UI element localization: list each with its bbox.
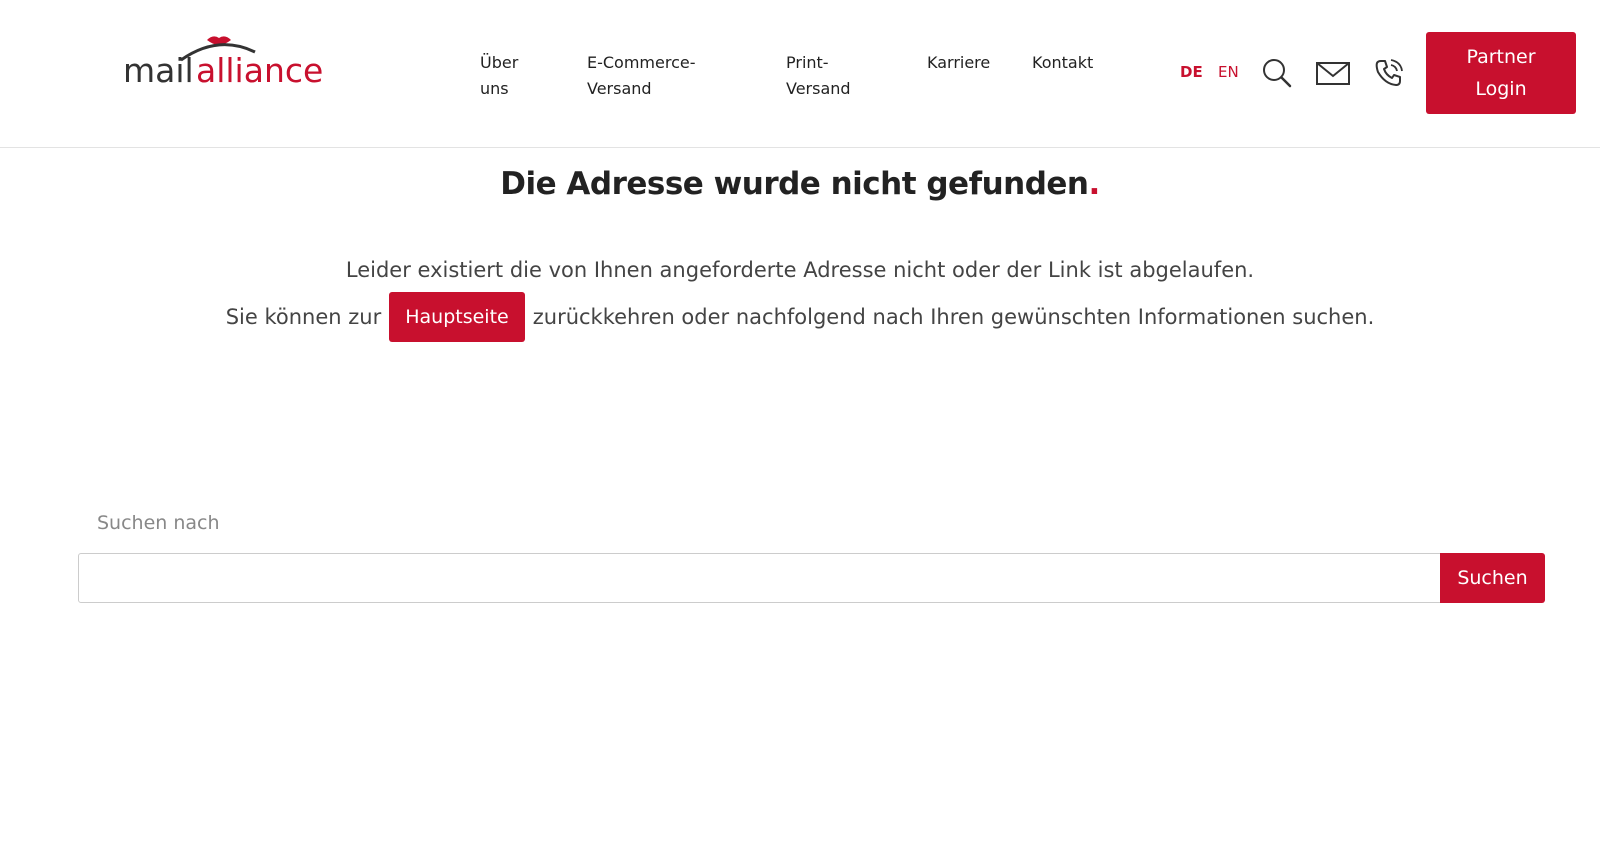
logo-text-mail: mail bbox=[123, 51, 194, 90]
mail-icon[interactable] bbox=[1316, 57, 1350, 89]
search-icon[interactable] bbox=[1261, 57, 1293, 89]
phone-icon[interactable] bbox=[1373, 57, 1405, 89]
error-message-line1: Leider existiert die von Ihnen angeforde… bbox=[345, 258, 1255, 282]
nav-item-karriere[interactable]: Karriere bbox=[927, 50, 1017, 76]
nav-item-ueber-uns[interactable]: Über uns bbox=[480, 50, 540, 102]
nav-item-kontakt[interactable]: Kontakt bbox=[1032, 50, 1122, 76]
language-en[interactable]: EN bbox=[1218, 63, 1239, 81]
language-de[interactable]: DE bbox=[1180, 63, 1203, 81]
search-submit-button[interactable]: Suchen bbox=[1440, 553, 1545, 603]
page-title: Die Adresse wurde nicht gefunden. bbox=[0, 166, 1600, 202]
logo-text-alliance: alliance bbox=[196, 51, 323, 90]
page-title-text: Die Adresse wurde nicht gefunden bbox=[500, 166, 1089, 202]
site-header: mail alliance Über uns E-Commerce-Versan… bbox=[0, 0, 1600, 148]
search-input[interactable] bbox=[78, 553, 1441, 603]
error-message-line2: Sie können zur Hauptseite zurückkehren o… bbox=[0, 292, 1600, 342]
nav-item-ecommerce-versand[interactable]: E-Commerce-Versand bbox=[587, 50, 707, 102]
page-title-dot: . bbox=[1088, 166, 1101, 202]
partner-login-button[interactable]: Partner Login bbox=[1426, 32, 1576, 114]
error-message-line2-before: Sie können zur bbox=[225, 305, 382, 329]
search-label: Suchen nach bbox=[97, 512, 220, 534]
error-message-line2-after: zurückkehren oder nachfolgend nach Ihren… bbox=[532, 305, 1375, 329]
nav-item-print-versand[interactable]: Print-Versand bbox=[786, 50, 876, 102]
mailalliance-logo[interactable]: mail alliance bbox=[123, 30, 333, 90]
home-page-button[interactable]: Hauptseite bbox=[389, 292, 525, 342]
